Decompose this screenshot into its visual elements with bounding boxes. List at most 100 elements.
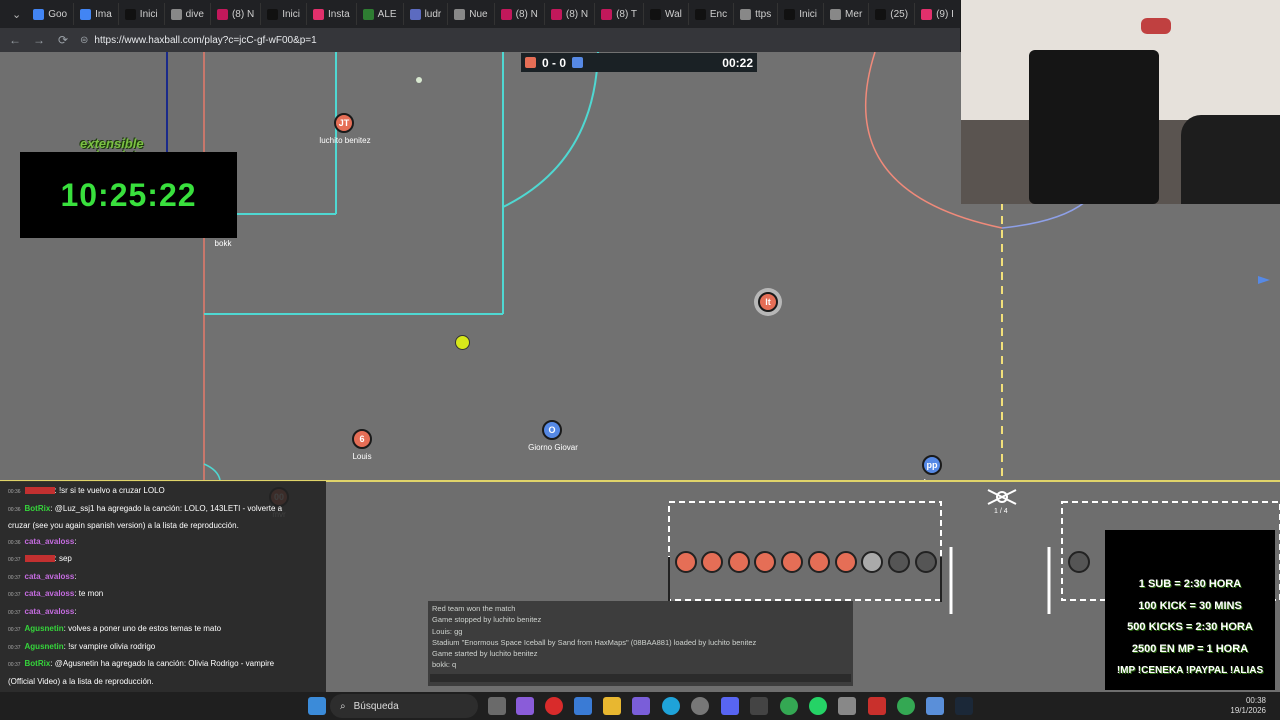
url-field[interactable]: ⊜ https://www.haxball.com/play?c=jcC-gf-… [80,35,317,46]
tab-favicon-icon [267,8,279,20]
browser-tab-strip: ⌄ Goo Ima Inici dive (8) N Inici Insta ALE ludr N… [0,0,960,28]
browser-tab[interactable]: Inici [261,3,307,25]
chat-text: : volves a poner uno de estos temas te m… [63,624,222,633]
scoreboard: 0 - 0 00:22 [521,53,757,72]
tab-favicon-icon [409,8,421,20]
forward-icon[interactable]: → [32,33,46,47]
tab-label: Wal [665,8,682,20]
player-name-louis: Louis [352,452,372,461]
chat-username[interactable]: cata_avaloss [25,607,75,616]
player-avatar-text: O [548,425,556,435]
chat-username[interactable] [24,487,55,495]
windows-taskbar: ⌕ Búsqueda 00:38 19/1/2026 [0,692,1280,720]
player-louis: 6 [352,429,372,449]
discord-icon[interactable] [721,697,739,715]
browser-tab[interactable]: dive [165,3,211,25]
tab-favicon-icon [33,8,45,20]
chat-timestamp: 00:37 [8,662,21,668]
game-chat-input[interactable] [430,674,851,682]
tab-favicon-icon [80,8,92,20]
chat-timestamp: 00:37 [8,644,21,651]
file-explorer-icon[interactable] [603,697,621,715]
browser-tab[interactable]: Ima [74,3,119,25]
chrome-icon[interactable] [780,697,798,715]
browser-tab[interactable]: Insta [307,3,357,25]
game-chat-line: bokk: q [432,660,457,670]
url-text[interactable]: https://www.haxball.com/play?c=jcC-gf-wF… [94,35,316,46]
tab-list-chevron-icon[interactable]: ⌄ [6,8,27,21]
chat-username[interactable] [24,555,55,563]
copilot-icon[interactable] [516,697,534,715]
site-info-icon[interactable]: ⊜ [80,35,88,46]
tab-favicon-icon [650,8,662,20]
tab-label: Mer [845,8,863,20]
tab-label: (8) T [616,8,638,20]
tab-label: Ima [95,8,112,20]
stream-clock: 10:25:22 [60,176,197,213]
taskbar-time: 00:38 [1245,696,1266,705]
chat-message: 00:37 BotRix: @Agusnetin ha agregado la c… [8,656,318,674]
obs-icon[interactable] [691,697,709,715]
chat-message: 00:36 cata_avaloss: [8,534,318,552]
browser-tab[interactable]: Goo [27,3,75,25]
game-chat: Red team won the match Game stopped by lu… [428,601,853,686]
tab-label: (9) I [936,8,954,20]
browser-tab[interactable]: Nue [448,3,495,25]
tab-label: Inici [139,8,158,20]
browser-tab[interactable]: (8) N [211,3,262,25]
browser-tab[interactable]: (9) I [915,3,960,25]
address-bar: ← → ⟳ ⊜ https://www.haxball.com/play?c=j… [0,28,960,52]
chat-message: 00:37 cata_avaloss: te mon [8,586,318,604]
tab-favicon-icon [500,8,512,20]
info-row: 2500 EN MP = 1 HORA [1131,642,1249,655]
browser-tab[interactable]: (8) N [495,3,545,25]
app-icon[interactable] [868,697,886,715]
whatsapp-icon[interactable] [809,697,827,715]
chat-username[interactable]: cata_avaloss [25,537,75,546]
player-giorno-giovar: O [542,420,562,440]
chat-username[interactable]: cata_avaloss [25,572,75,581]
terminal-icon[interactable] [750,697,768,715]
chat-username[interactable]: BotRix [25,504,51,513]
back-icon[interactable]: ← [8,33,22,47]
steam-icon[interactable] [955,697,973,715]
chat-timestamp: 00:36 [8,539,21,546]
opera-icon[interactable] [545,697,563,715]
settings-icon[interactable] [838,697,856,715]
chat-username[interactable]: Agusnetin [25,642,64,651]
pen-icon[interactable] [632,697,650,715]
browser-tab[interactable]: Mer [824,3,870,25]
taskbar-search[interactable]: ⌕ Búsqueda [330,694,478,718]
browser-tab[interactable]: Inici [778,3,825,25]
chat-username[interactable]: Agusnetin [25,624,64,633]
tab-label: Nue [469,8,488,20]
edge-icon[interactable] [662,697,680,715]
chat-message: 00:36 BotRix: @Luz_ssj1 ha agregado la ca… [8,501,318,519]
tab-label: dive [185,8,204,20]
browser-tab[interactable]: ludr [404,3,449,25]
system-clock[interactable]: 00:38 19/1/2026 [1230,696,1266,716]
chat-username[interactable]: cata_avaloss [25,589,75,598]
reload-icon[interactable]: ⟳ [56,33,70,47]
browser-tab[interactable]: Inici [119,3,165,25]
player-avatar-text: lt [765,297,771,307]
tab-favicon-icon [124,8,136,20]
browser-tab[interactable]: (8) T [595,3,645,25]
app-icon-2[interactable] [926,697,944,715]
chat-text: : @Luz_ssj1 ha agregado la canción: LOLO… [50,503,283,513]
chat-message: 00:37 cata_avaloss: [8,569,318,587]
player-fenux: pp [922,455,942,475]
game-chat-line: Red team won the match [432,604,516,613]
browser-tab[interactable]: (25) [869,3,916,25]
browser-tab[interactable]: Wal [644,3,689,25]
browser-tab[interactable]: ttps [734,3,779,25]
chrome-profile-icon[interactable] [897,697,915,715]
task-view-icon[interactable] [488,697,506,715]
browser-tab[interactable]: (8) N [545,3,596,25]
chat-username[interactable]: BotRix [25,659,51,668]
start-icon[interactable] [308,697,326,715]
store-icon[interactable] [574,697,592,715]
browser-tab[interactable]: Enc [689,3,735,25]
tab-label: (8) N [515,8,538,20]
browser-tab[interactable]: ALE [357,3,404,25]
